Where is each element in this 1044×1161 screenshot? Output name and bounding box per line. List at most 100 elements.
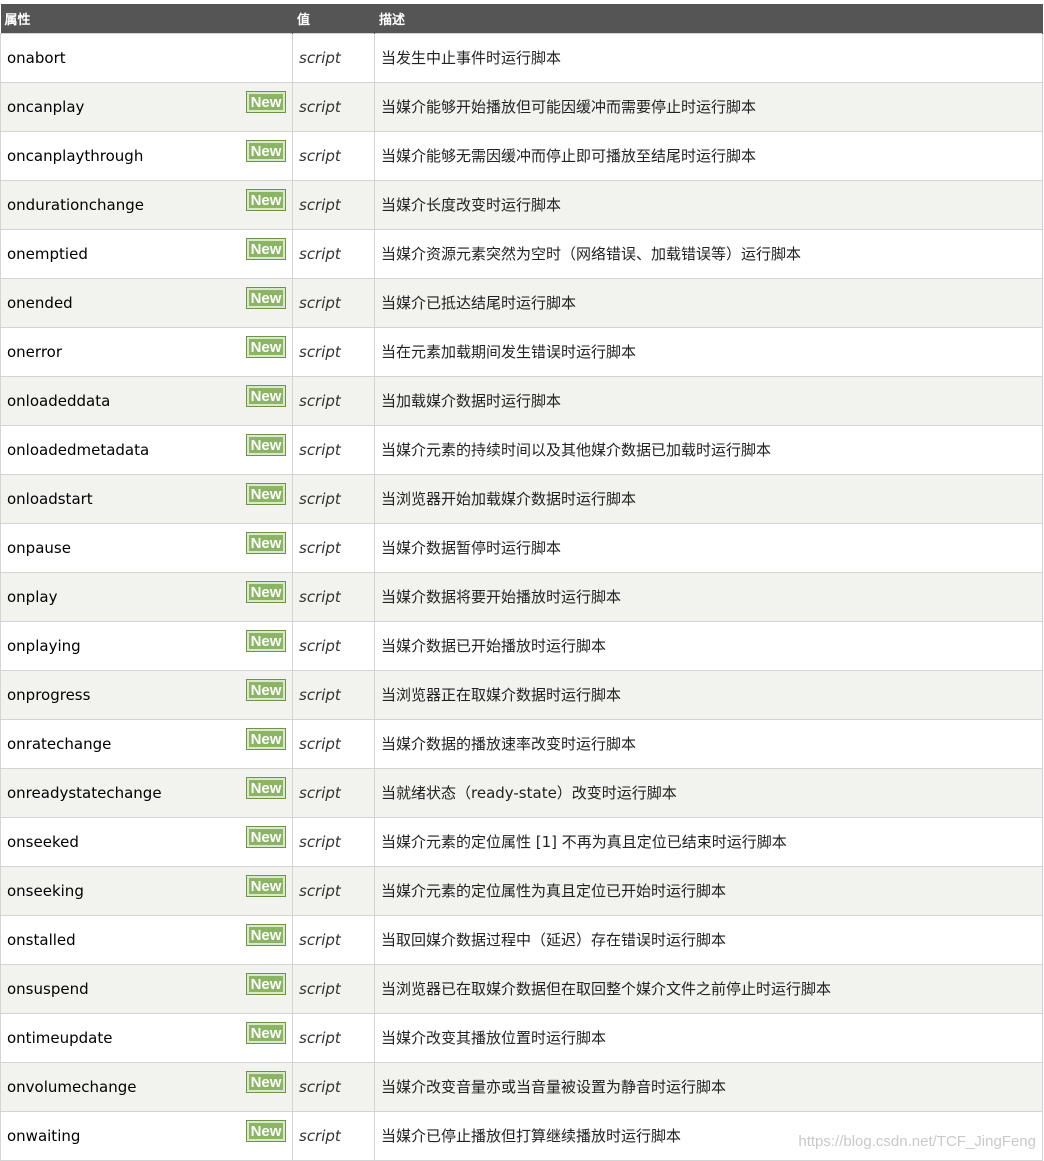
new-badge: New <box>246 237 286 260</box>
attribute-cell: onseeking New <box>0 865 293 916</box>
description-cell: 当媒介资源元素突然为空时（网络错误、加载错误等）运行脚本 <box>374 228 1043 279</box>
attribute-name: onplay <box>7 587 58 606</box>
attribute-name: oncanplaythrough <box>7 146 144 165</box>
new-badge: New <box>246 139 286 162</box>
new-badge: New <box>246 482 286 505</box>
attribute-cell: onabort <box>0 32 293 83</box>
attribute-cell: ondurationchange New <box>0 179 293 230</box>
attribute-cell: onsuspend New <box>0 963 293 1014</box>
attribute-cell: onseeked New <box>0 816 293 867</box>
attribute-name: onsuspend <box>7 979 89 998</box>
description-cell: 当浏览器正在取媒介数据时运行脚本 <box>374 669 1043 720</box>
table-header-row: 属性 值 描述 <box>0 4 1043 33</box>
new-badge: New <box>246 923 286 946</box>
table-row: onloadstart New script 当浏览器开始加载媒介数据时运行脚本 <box>0 473 1043 524</box>
watermark: https://blog.csdn.net/TCF_JingFeng <box>798 1133 1036 1150</box>
description-cell: 当在元素加载期间发生错误时运行脚本 <box>374 326 1043 377</box>
attribute-cell: onplay New <box>0 571 293 622</box>
table-row: onplay New script 当媒介数据将要开始播放时运行脚本 <box>0 571 1043 622</box>
value-cell: script <box>292 963 375 1014</box>
description-cell: 当媒介改变其播放位置时运行脚本 <box>374 1012 1043 1063</box>
table-row: onstalled New script 当取回媒介数据过程中（延迟）存在错误时运行脚… <box>0 914 1043 965</box>
attribute-name: onseeked <box>7 832 79 851</box>
attribute-name: onabort <box>7 48 66 67</box>
description-cell: 当媒介改变音量亦或当音量被设置为静音时运行脚本 <box>374 1061 1043 1112</box>
new-badge: New <box>246 335 286 358</box>
attribute-name: onreadystatechange <box>7 783 162 802</box>
attribute-cell: onvolumechange New <box>0 1061 293 1112</box>
description-cell: 当浏览器已在取媒介数据但在取回整个媒介文件之前停止时运行脚本 <box>374 963 1043 1014</box>
value-cell: script <box>292 718 375 769</box>
header-description: 描述 <box>374 4 1043 33</box>
table-row: onreadystatechange New script 当就绪状态（ready-s… <box>0 767 1043 818</box>
attribute-name: onplaying <box>7 636 81 655</box>
attribute-name: onvolumechange <box>7 1077 137 1096</box>
attribute-cell: onwaiting New <box>0 1110 293 1161</box>
attribute-cell: oncanplay New <box>0 81 293 132</box>
attribute-cell: ontimeupdate New <box>0 1012 293 1063</box>
table-row: onemptied New script 当媒介资源元素突然为空时（网络错误、加载错误… <box>0 228 1043 279</box>
new-badge: New <box>246 776 286 799</box>
description-cell: 当媒介元素的持续时间以及其他媒介数据已加载时运行脚本 <box>374 424 1043 475</box>
attribute-cell: onratechange New <box>0 718 293 769</box>
table-row: onerror New script 当在元素加载期间发生错误时运行脚本 <box>0 326 1043 377</box>
value-cell: script <box>292 1061 375 1112</box>
table-row: onloadeddata New script 当加载媒介数据时运行脚本 <box>0 375 1043 426</box>
description-cell: 当媒介数据暂停时运行脚本 <box>374 522 1043 573</box>
value-cell: script <box>292 375 375 426</box>
description-cell: 当取回媒介数据过程中（延迟）存在错误时运行脚本 <box>374 914 1043 965</box>
value-cell: script <box>292 669 375 720</box>
attribute-cell: onloadeddata New <box>0 375 293 426</box>
table-row: onprogress New script 当浏览器正在取媒介数据时运行脚本 <box>0 669 1043 720</box>
attribute-name: onerror <box>7 342 62 361</box>
attribute-name: onwaiting <box>7 1126 81 1145</box>
table-row: ontimeupdate New script 当媒介改变其播放位置时运行脚本 <box>0 1012 1043 1063</box>
value-cell: script <box>292 326 375 377</box>
table-row: onplaying New script 当媒介数据已开始播放时运行脚本 <box>0 620 1043 671</box>
table-row: ondurationchange New script 当媒介长度改变时运行脚本 <box>0 179 1043 230</box>
new-badge: New <box>246 384 286 407</box>
value-cell: script <box>292 277 375 328</box>
event-attributes-table-container: 属性 值 描述 onabort script 当发生中止事件时运行脚本 oncanpl… <box>0 4 1043 1161</box>
description-cell: 当媒介已抵达结尾时运行脚本 <box>374 277 1043 328</box>
value-cell: script <box>292 767 375 818</box>
header-attribute: 属性 <box>0 4 293 33</box>
new-badge: New <box>246 874 286 897</box>
attribute-name: onloadstart <box>7 489 93 508</box>
new-badge: New <box>246 90 286 113</box>
value-cell: script <box>292 130 375 181</box>
new-badge: New <box>246 678 286 701</box>
attribute-cell: onreadystatechange New <box>0 767 293 818</box>
event-attributes-table: 属性 值 描述 onabort script 当发生中止事件时运行脚本 oncanpl… <box>0 4 1043 1161</box>
value-cell: script <box>292 179 375 230</box>
table-row: onloadedmetadata New script 当媒介元素的持续时间以及其他媒… <box>0 424 1043 475</box>
description-cell: 当媒介数据已开始播放时运行脚本 <box>374 620 1043 671</box>
attribute-name: oncanplay <box>7 97 85 116</box>
new-badge: New <box>246 1070 286 1093</box>
attribute-name: onended <box>7 293 73 312</box>
attribute-name: onseeking <box>7 881 84 900</box>
value-cell: script <box>292 522 375 573</box>
attribute-name: onemptied <box>7 244 88 263</box>
header-value: 值 <box>292 4 375 33</box>
attribute-cell: onloadstart New <box>0 473 293 524</box>
description-cell: 当发生中止事件时运行脚本 <box>374 32 1043 83</box>
table-body: onabort script 当发生中止事件时运行脚本 oncanplay New scr… <box>0 32 1043 1161</box>
value-cell: script <box>292 914 375 965</box>
value-cell: script <box>292 620 375 671</box>
description-cell: 当媒介数据将要开始播放时运行脚本 <box>374 571 1043 622</box>
value-cell: script <box>292 1012 375 1063</box>
attribute-cell: onerror New <box>0 326 293 377</box>
description-cell: 当媒介元素的定位属性为真且定位已开始时运行脚本 <box>374 865 1043 916</box>
value-cell: script <box>292 32 375 83</box>
new-badge: New <box>246 1119 286 1142</box>
description-cell: 当就绪状态（ready-state）改变时运行脚本 <box>374 767 1043 818</box>
table-row: onratechange New script 当媒介数据的播放速率改变时运行脚本 <box>0 718 1043 769</box>
description-cell: 当媒介长度改变时运行脚本 <box>374 179 1043 230</box>
table-row: onseeked New script 当媒介元素的定位属性 [1] 不再为真且定位已… <box>0 816 1043 867</box>
attribute-cell: onplaying New <box>0 620 293 671</box>
description-cell: 当媒介元素的定位属性 [1] 不再为真且定位已结束时运行脚本 <box>374 816 1043 867</box>
attribute-cell: onprogress New <box>0 669 293 720</box>
attribute-name: onratechange <box>7 734 112 753</box>
new-badge: New <box>246 825 286 848</box>
